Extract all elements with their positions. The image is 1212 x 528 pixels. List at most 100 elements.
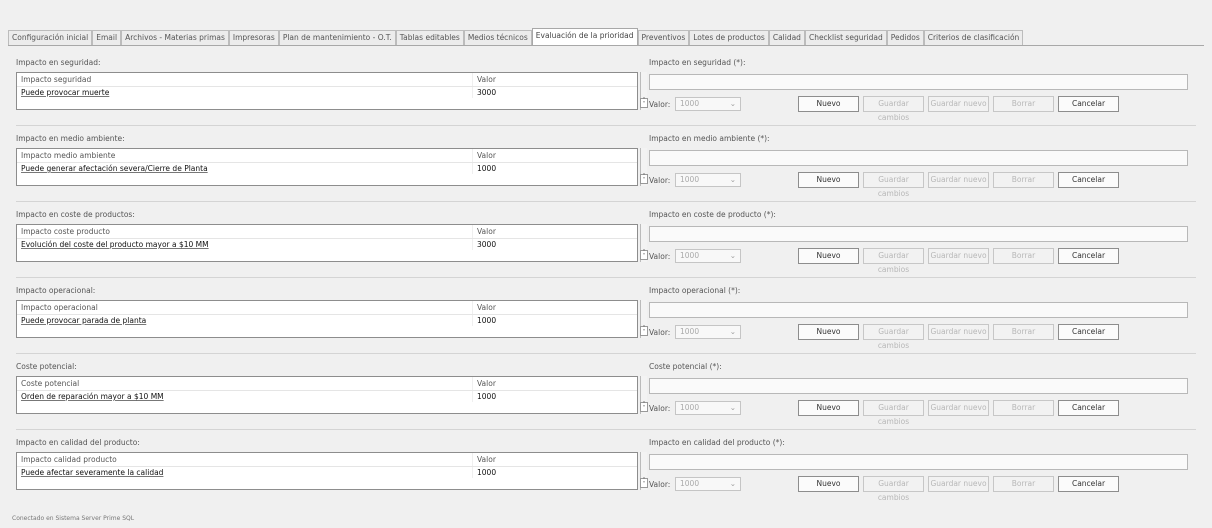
chevron-down-icon: ⌄ [729, 251, 736, 260]
value-select[interactable]: 1000 ⌄ [675, 249, 741, 263]
delete-button[interactable]: Borrar [993, 172, 1054, 188]
tab-impresoras[interactable]: Impresoras [228, 30, 279, 45]
column-header-name[interactable]: Coste potencial [17, 377, 472, 390]
value-select[interactable]: 1000 ⌄ [675, 173, 741, 187]
save-changes-button[interactable]: Guardar cambios [863, 96, 924, 122]
delete-button[interactable]: Borrar [993, 324, 1054, 340]
table-row[interactable]: Puede provocar parada de planta 1000 [17, 315, 637, 326]
new-button[interactable]: Nuevo [798, 172, 859, 188]
row-stepper[interactable]: ˄ ˅ [640, 478, 648, 488]
section-title: Coste potencial: [16, 362, 77, 371]
row-stepper[interactable]: ˄ ˅ [640, 250, 648, 260]
value-label: Valor: [649, 100, 671, 109]
impact-table: Impacto seguridad Valor Puede provocar m… [16, 72, 638, 110]
tab-criterios-clasificacion[interactable]: Criterios de clasificación [923, 30, 1024, 45]
chevron-down-icon: ⌄ [729, 175, 736, 184]
delete-button[interactable]: Borrar [993, 96, 1054, 112]
save-new-button[interactable]: Guardar nuevo [928, 96, 989, 112]
description-input[interactable] [649, 454, 1188, 470]
cancel-button[interactable]: Cancelar [1058, 476, 1119, 492]
column-header-value[interactable]: Valor [472, 225, 612, 238]
table-row[interactable]: Puede generar afectación severa/Cierre d… [17, 163, 637, 174]
row-stepper[interactable]: ˄ ˅ [640, 402, 648, 412]
tab-archivos-materias-primas[interactable]: Archivos - Materias primas [121, 30, 229, 45]
save-new-button[interactable]: Guardar nuevo [928, 324, 989, 340]
column-header-name[interactable]: Impacto coste producto [17, 225, 472, 238]
table-row[interactable]: Puede provocar muerte 3000 [17, 87, 637, 98]
value-select[interactable]: 1000 ⌄ [675, 477, 741, 491]
row-stepper[interactable]: ˄ ˅ [640, 326, 648, 336]
table-row[interactable]: Evolución del coste del producto mayor a… [17, 239, 637, 250]
save-changes-button[interactable]: Guardar cambios [863, 400, 924, 426]
tab-medios-tecnicos[interactable]: Medios técnicos [463, 30, 532, 45]
cancel-button[interactable]: Cancelar [1058, 96, 1119, 112]
priority-evaluation-content: Impacto en seguridad: Impacto seguridad … [16, 50, 1196, 506]
value-select-text: 1000 [680, 251, 700, 260]
new-button[interactable]: Nuevo [798, 324, 859, 340]
cancel-button[interactable]: Cancelar [1058, 324, 1119, 340]
tab-pedidos[interactable]: Pedidos [886, 30, 924, 45]
save-new-button[interactable]: Guardar nuevo [928, 248, 989, 264]
tab-lotes-productos[interactable]: Lotes de productos [689, 30, 769, 45]
value-select[interactable]: 1000 ⌄ [675, 325, 741, 339]
impact-table: Impacto calidad producto Valor Puede afe… [16, 452, 638, 490]
impact-table: Impacto coste producto Valor Evolución d… [16, 224, 638, 262]
section-coste-potencial: Coste potencial: Coste potencial Valor O… [16, 354, 1196, 430]
description-input[interactable] [649, 226, 1188, 242]
row-stepper[interactable]: ˄ ˅ [640, 174, 648, 184]
new-button[interactable]: Nuevo [798, 476, 859, 492]
row-value: 3000 [472, 239, 612, 250]
value-select[interactable]: 1000 ⌄ [675, 401, 741, 415]
tab-email[interactable]: Email [92, 30, 122, 45]
section-impacto-calidad-producto: Impacto en calidad del producto: Impacto… [16, 430, 1196, 506]
column-header-value[interactable]: Valor [472, 453, 612, 466]
column-header-name[interactable]: Impacto medio ambiente [17, 149, 472, 162]
value-select-text: 1000 [680, 99, 700, 108]
delete-button[interactable]: Borrar [993, 476, 1054, 492]
save-new-button[interactable]: Guardar nuevo [928, 476, 989, 492]
description-input[interactable] [649, 150, 1188, 166]
new-button[interactable]: Nuevo [798, 400, 859, 416]
save-new-button[interactable]: Guardar nuevo [928, 172, 989, 188]
status-bar-text: Conectado en Sistema Server Prime SQL [12, 515, 135, 522]
tab-preventivos[interactable]: Preventivos [637, 30, 690, 45]
tab-plan-mantenimiento[interactable]: Plan de mantenimiento - O.T. [278, 30, 396, 45]
value-select[interactable]: 1000 ⌄ [675, 97, 741, 111]
impact-table: Impacto operacional Valor Puede provocar… [16, 300, 638, 338]
save-new-button[interactable]: Guardar nuevo [928, 400, 989, 416]
cancel-button[interactable]: Cancelar [1058, 400, 1119, 416]
column-header-name[interactable]: Impacto calidad producto [17, 453, 472, 466]
save-changes-button[interactable]: Guardar cambios [863, 324, 924, 350]
description-input[interactable] [649, 378, 1188, 394]
row-value: 1000 [472, 163, 612, 174]
edit-title: Impacto en seguridad (*): [649, 58, 746, 67]
tab-configuracion-inicial[interactable]: Configuración inicial [8, 30, 93, 45]
delete-button[interactable]: Borrar [993, 400, 1054, 416]
description-input[interactable] [649, 302, 1188, 318]
new-button[interactable]: Nuevo [798, 96, 859, 112]
edit-title: Impacto en medio ambiente (*): [649, 134, 770, 143]
save-changes-button[interactable]: Guardar cambios [863, 248, 924, 274]
column-header-value[interactable]: Valor [472, 377, 612, 390]
cancel-button[interactable]: Cancelar [1058, 172, 1119, 188]
tab-evaluacion-prioridad[interactable]: Evaluación de la prioridad [531, 28, 638, 45]
table-row[interactable]: Orden de reparación mayor a $10 MM 1000 [17, 391, 637, 402]
row-stepper[interactable]: ˄ ˅ [640, 98, 648, 108]
save-changes-button[interactable]: Guardar cambios [863, 476, 924, 502]
table-row[interactable]: Puede afectar severamente la calidad 100… [17, 467, 637, 478]
column-header-value[interactable]: Valor [472, 301, 612, 314]
save-changes-button[interactable]: Guardar cambios [863, 172, 924, 198]
cancel-button[interactable]: Cancelar [1058, 248, 1119, 264]
column-header-name[interactable]: Impacto operacional [17, 301, 472, 314]
description-input[interactable] [649, 74, 1188, 90]
tab-tablas-editables[interactable]: Tablas editables [395, 30, 464, 45]
column-header-name[interactable]: Impacto seguridad [17, 73, 472, 86]
tab-calidad[interactable]: Calidad [768, 30, 805, 45]
delete-button[interactable]: Borrar [993, 248, 1054, 264]
column-header-value[interactable]: Valor [472, 149, 612, 162]
column-header-value[interactable]: Valor [472, 73, 612, 86]
table-header: Impacto coste producto Valor [17, 225, 637, 239]
tab-checklist-seguridad[interactable]: Checklist seguridad [804, 30, 887, 45]
tab-bar: Configuración inicial Email Archivos - M… [8, 28, 1204, 46]
new-button[interactable]: Nuevo [798, 248, 859, 264]
